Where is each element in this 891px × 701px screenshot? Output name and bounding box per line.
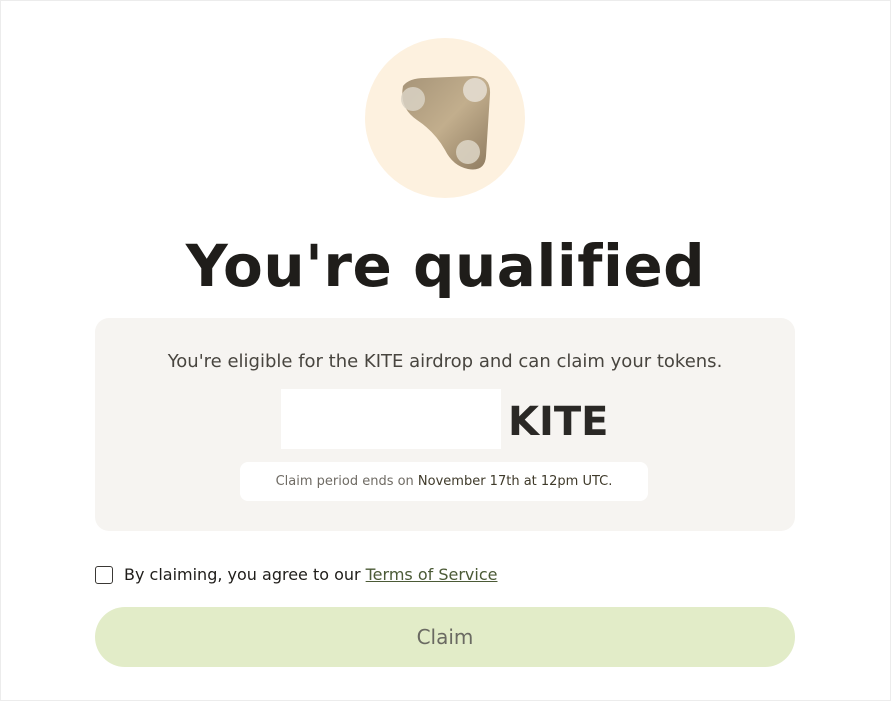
claim-period-date: November 17th at 12pm UTC. (417, 474, 613, 489)
page-title: You're qualified (185, 232, 706, 300)
terms-agreement-row: By claiming, you agree to our Terms of S… (95, 563, 497, 587)
claim-period-prefix: Claim period ends on (275, 474, 418, 489)
eligibility-message: You're eligible for the KITE airdrop and… (167, 351, 723, 372)
token-amount-box (281, 389, 501, 449)
eligibility-card: You're eligible for the KITE airdrop and… (95, 318, 795, 531)
terms-agreement-text: By claiming, you agree to our (124, 565, 361, 584)
logo-badge (365, 38, 525, 198)
terms-of-service-link[interactable]: Terms of Service (366, 564, 498, 586)
terms-checkbox[interactable] (95, 566, 113, 584)
token-symbol: KITE (508, 399, 609, 445)
claim-button[interactable]: Claim (95, 607, 795, 667)
claim-period-notice: Claim period ends on November 17th at 12… (240, 462, 648, 501)
kite-logo-icon (401, 76, 491, 170)
